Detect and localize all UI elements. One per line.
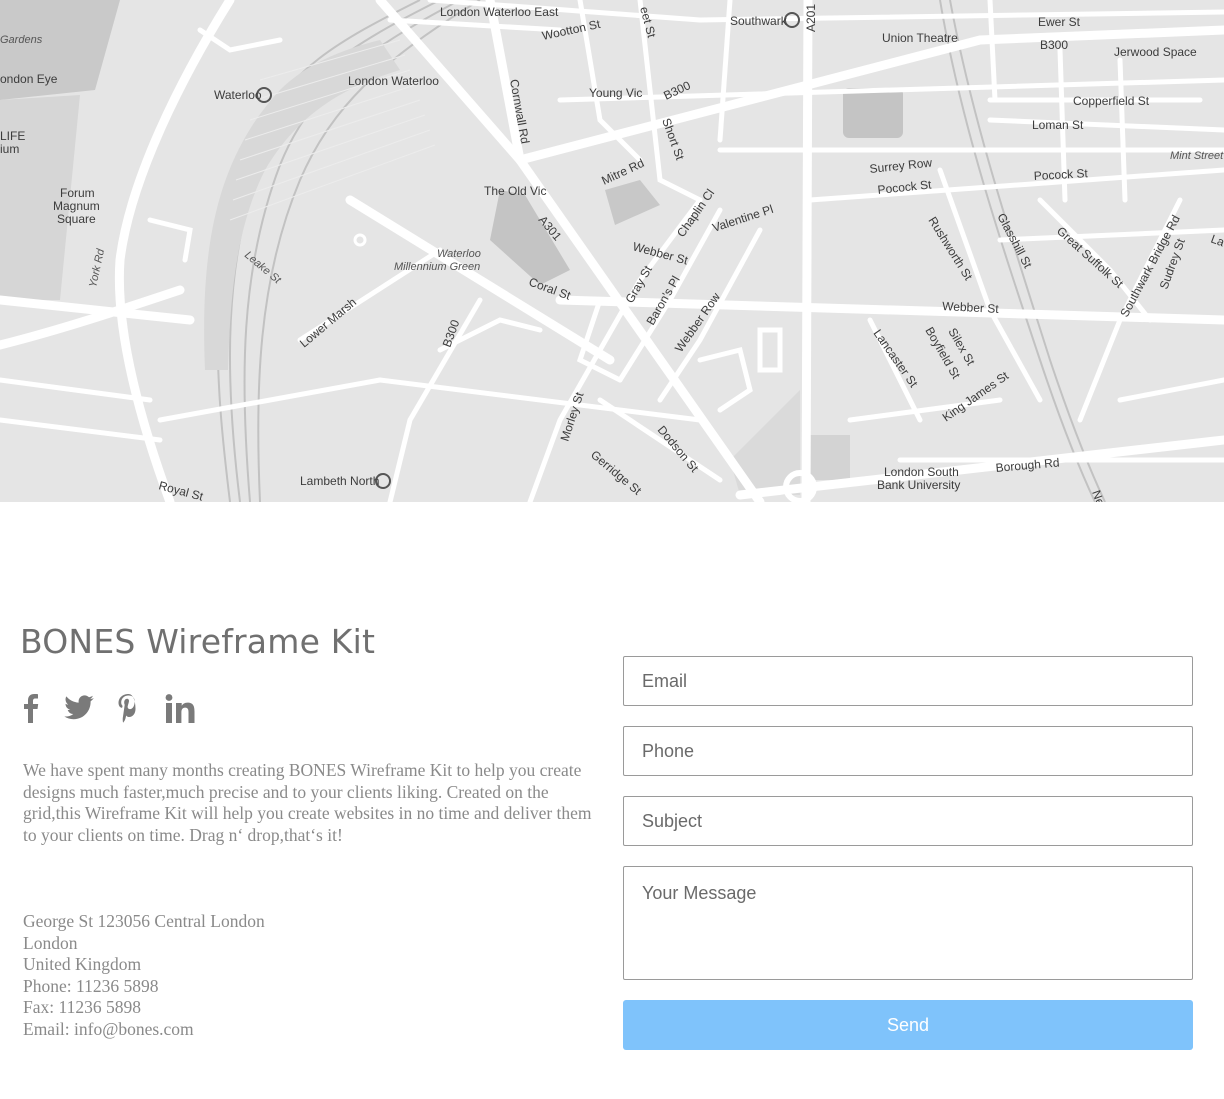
- map-label: Bank University: [877, 478, 960, 492]
- map-label: The Old Vic: [484, 184, 546, 198]
- map-label: Pocock St: [1033, 166, 1088, 183]
- twitter-icon[interactable]: [63, 692, 95, 724]
- address-country: United Kingdom: [23, 954, 142, 975]
- phone-field[interactable]: [623, 726, 1193, 776]
- map-label: LIFE: [0, 129, 25, 143]
- map-label: Gardens: [0, 34, 43, 46]
- address-email: Email: info@bones.com: [23, 1018, 194, 1039]
- map-label: Lambeth North: [300, 474, 379, 488]
- map-label: ondon Eye: [0, 72, 58, 86]
- map-label: Ewer St: [1038, 15, 1081, 29]
- page-title: BONES Wireframe Kit: [20, 622, 376, 661]
- pinterest-icon[interactable]: [116, 692, 140, 726]
- map-label: Loman St: [1032, 118, 1084, 132]
- map-label: London South: [884, 465, 959, 479]
- map-label: Magnum: [53, 199, 100, 213]
- map-label: ium: [0, 142, 19, 156]
- address-city: London: [23, 932, 78, 953]
- map-label: Jerwood Space: [1114, 45, 1197, 59]
- map[interactable]: London Waterloo East Wootton St eet St S…: [0, 0, 1224, 502]
- address-fax: Fax: 11236 5898: [23, 997, 141, 1018]
- map-label: London Waterloo East: [440, 5, 559, 19]
- map-label: London Waterloo: [348, 74, 439, 88]
- map-canvas[interactable]: London Waterloo East Wootton St eet St S…: [0, 0, 1224, 502]
- address-block: George St 123056 Central London London U…: [23, 911, 265, 1041]
- map-label: B300: [1040, 38, 1068, 52]
- linkedin-icon[interactable]: [164, 692, 196, 726]
- address-street: George St 123056 Central London: [23, 911, 265, 931]
- about-text: We have spent many months creating BONES…: [23, 760, 592, 845]
- map-label: Southwark: [730, 14, 788, 28]
- subject-field[interactable]: [623, 796, 1193, 846]
- map-label: Copperfield St: [1073, 94, 1150, 108]
- map-label: Mint Street: [1170, 150, 1224, 162]
- map-label: A201: [804, 4, 818, 32]
- map-label: Waterloo: [214, 88, 262, 102]
- map-label: Young Vic: [589, 86, 642, 100]
- email-field[interactable]: [623, 656, 1193, 706]
- map-label: Webber St: [942, 299, 1000, 316]
- map-label: Waterloo: [437, 248, 481, 260]
- map-label: Square: [57, 212, 96, 226]
- map-label: Union Theatre: [882, 31, 958, 45]
- facebook-icon[interactable]: [20, 692, 40, 724]
- send-button[interactable]: Send: [623, 1000, 1193, 1050]
- message-field[interactable]: [623, 866, 1193, 980]
- map-label: Millennium Green: [394, 261, 480, 273]
- address-phone: Phone: 11236 5898: [23, 975, 159, 996]
- map-label: Forum: [60, 186, 95, 200]
